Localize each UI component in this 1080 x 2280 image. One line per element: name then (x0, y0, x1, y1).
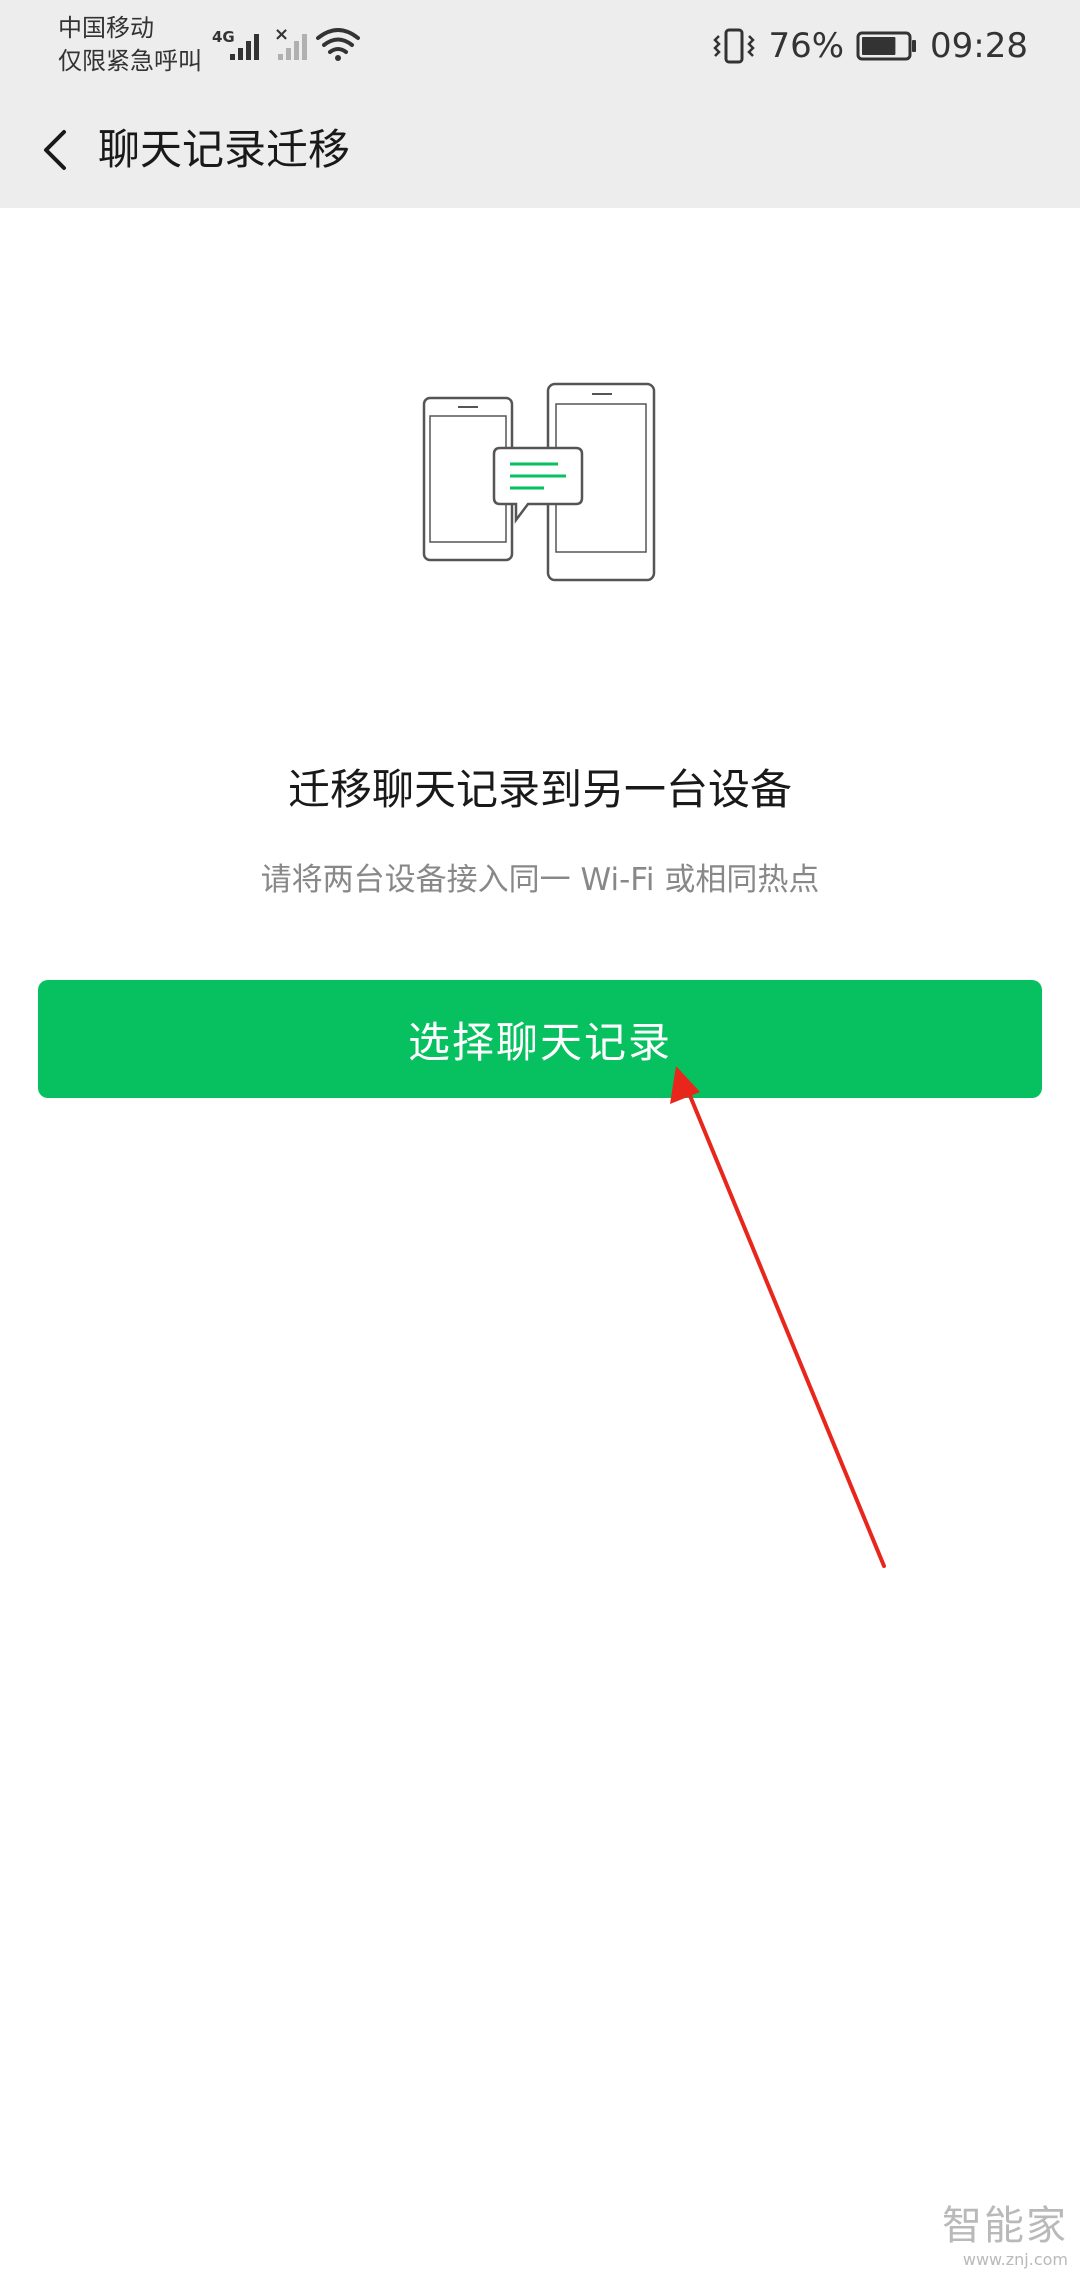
battery-icon (856, 31, 917, 61)
wifi-icon (316, 28, 360, 61)
battery-percent: 76% (768, 26, 845, 66)
watermark-text: 智能家 (942, 2203, 1068, 2249)
vibrate-icon (713, 28, 756, 64)
carrier-info: 中国移动 仅限紧急呼叫 (58, 12, 202, 78)
watermark-url: www.znj.com (962, 2250, 1068, 2269)
clock: 09:28 (930, 26, 1028, 66)
instruction-text: 请将两台设备接入同一 Wi-Fi 或相同热点 (260, 862, 820, 898)
svg-text:×: × (274, 24, 289, 45)
carrier-status: 仅限紧急呼叫 (58, 47, 202, 75)
page-title: 聊天记录迁移 (98, 125, 351, 174)
network-type-label: 4G (212, 28, 235, 46)
select-chat-history-button[interactable]: 选择聊天记录 (38, 980, 1042, 1098)
nav-bar: 聊天记录迁移 (0, 92, 1080, 208)
select-chat-history-label: 选择聊天记录 (407, 1017, 672, 1067)
status-bar: 中国移动 仅限紧急呼叫 4G × 76% 09:28 (0, 0, 1080, 92)
status-right: 76% 09:28 (712, 24, 1028, 68)
signal-area: 4G × (212, 20, 362, 72)
carrier-name: 中国移动 (58, 14, 154, 42)
watermark: 智能家 www.znj.com (942, 2202, 1068, 2270)
annotation-arrow (670, 1066, 886, 1568)
headline: 迁移聊天记录到另一台设备 (287, 765, 792, 814)
chevron-left-icon[interactable] (28, 120, 88, 180)
no-signal-icon: × (274, 24, 307, 60)
phone-transfer-icon (416, 376, 664, 592)
